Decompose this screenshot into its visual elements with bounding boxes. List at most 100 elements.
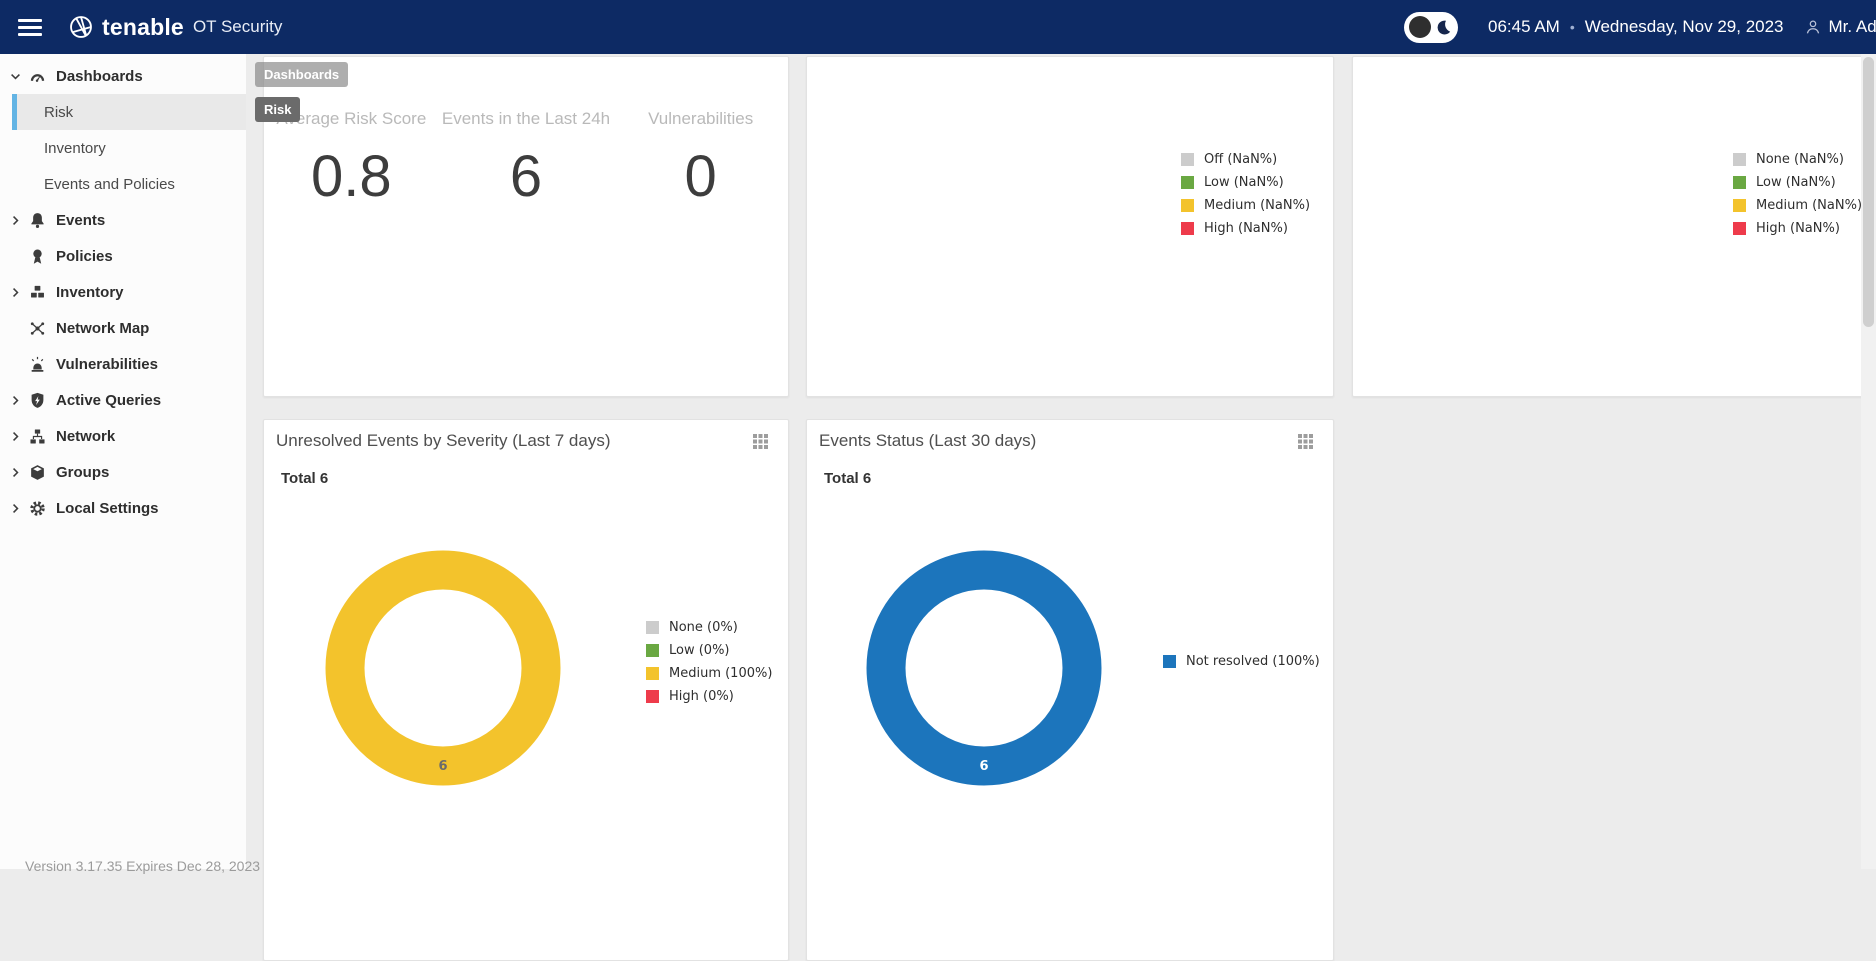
sidebar-item-label: Risk <box>44 104 73 121</box>
sidebar-item-label: Policies <box>56 248 113 265</box>
legend-label: Low (NaN%) <box>1756 175 1836 190</box>
legend-swatch <box>1181 199 1194 212</box>
sidebar-item-label: Groups <box>56 464 109 481</box>
vulnerabilities-icon <box>28 355 47 374</box>
sidebar-item-label: Inventory <box>56 284 124 301</box>
grid-menu-icon[interactable] <box>1298 434 1313 449</box>
toggle-knob-icon <box>1409 16 1431 38</box>
total-label: Total 6 <box>824 470 1333 487</box>
legend-item-off[interactable]: Off (NaN%) <box>1181 148 1310 171</box>
status-legend: Not resolved (100%) <box>1163 650 1320 673</box>
legend-label: Off (NaN%) <box>1204 152 1277 167</box>
donut-ring <box>345 570 541 766</box>
legend-swatch <box>1733 222 1746 235</box>
donut-chart-status[interactable]: 6 <box>866 550 1102 786</box>
dashboards-icon <box>28 67 47 86</box>
chevron-down-icon[interactable] <box>9 68 25 84</box>
sidebar-item-policies[interactable]: Policies <box>0 238 246 274</box>
chevron-right-icon[interactable] <box>9 500 25 516</box>
chevron-right-icon[interactable] <box>9 428 25 444</box>
sidebar-item-inventory[interactable]: Inventory <box>0 130 246 166</box>
scrollbar-thumb[interactable] <box>1863 57 1874 327</box>
navbar-right: 06:45 AM • Wednesday, Nov 29, 2023 Mr. A… <box>1404 0 1876 54</box>
sidebar-item-label: Vulnerabilities <box>56 356 158 373</box>
severity-nan-legend: None (NaN%) Low (NaN%) Medium (NaN%) High (… <box>1733 148 1862 240</box>
sidebar-item-network[interactable]: Network <box>0 418 246 454</box>
sidebar-item-label: Dashboards <box>56 68 143 85</box>
severity-nan-card: None (NaN%) Low (NaN%) Medium (NaN%) High (… <box>1352 56 1876 397</box>
legend-swatch <box>1181 176 1194 189</box>
legend-label: Low (0%) <box>669 643 730 658</box>
legend-item-medium[interactable]: Medium (100%) <box>646 662 772 685</box>
local-settings-icon <box>28 499 47 518</box>
chevron-right-icon[interactable] <box>9 392 25 408</box>
risk-nan-legend: Off (NaN%) Low (NaN%)Medium (NaN%)High (N… <box>1181 148 1310 240</box>
legend-item-high[interactable]: High (0%) <box>646 685 772 708</box>
sidebar-item-events[interactable]: Events <box>0 202 246 238</box>
stat-vulnerabilities: Vulnerabilities0 <box>613 109 788 210</box>
card-title: Events Status (Last 30 days) <box>819 431 1036 451</box>
sidebar-item-inventory[interactable]: Inventory <box>0 274 246 310</box>
date-text: Wednesday, Nov 29, 2023 <box>1585 17 1784 37</box>
risk-summary-card: Average Risk Score0.8Events in the Last … <box>263 56 789 397</box>
sidebar-item-dashboards[interactable]: Dashboards <box>0 58 246 94</box>
legend-label: High (NaN%) <box>1756 221 1840 236</box>
network-map-icon <box>28 319 47 338</box>
sidebar-item-label: Events <box>56 212 105 229</box>
sidebar-item-label: Local Settings <box>56 500 159 517</box>
legend-item-not[interactable]: Not resolved (100%) <box>1163 650 1320 673</box>
legend-item-medium[interactable]: Medium (NaN%) <box>1733 194 1862 217</box>
sidebar-item-active-queries[interactable]: Active Queries <box>0 382 246 418</box>
legend-item-high[interactable]: High (NaN%) <box>1181 217 1310 240</box>
unresolved-events-card: Unresolved Events by Severity (Last 7 da… <box>263 419 789 961</box>
chevron-right-icon[interactable] <box>9 212 25 228</box>
legend-item-none[interactable]: None (NaN%) <box>1733 148 1862 171</box>
stat-value: 0.8 <box>264 143 439 210</box>
user-name[interactable]: Mr. Admi <box>1829 17 1876 37</box>
legend-swatch <box>646 667 659 680</box>
brand-product: OT Security <box>193 17 282 37</box>
total-label: Total 6 <box>281 470 788 487</box>
legend-item-medium[interactable]: Medium (NaN%) <box>1181 194 1310 217</box>
legend-item-low[interactable]: Low (NaN%) <box>1733 171 1862 194</box>
time-date-separator: • <box>1570 19 1575 35</box>
chevron-placeholder <box>9 320 25 336</box>
sidebar-item-label: Inventory <box>44 140 106 157</box>
stat-value: 6 <box>439 143 614 210</box>
legend-item-none[interactable]: None (0%) <box>646 616 772 639</box>
grid-menu-icon[interactable] <box>753 434 768 449</box>
stat-average-risk-score: Average Risk Score0.8 <box>264 109 439 210</box>
chevron-right-icon[interactable] <box>9 464 25 480</box>
legend-label: None (0%) <box>669 620 738 635</box>
version-text: Version 3.17.35 Expires Dec 28, 2023 <box>25 858 260 874</box>
sidebar-nav: Dashboards Risk Inventory Events and Polici… <box>0 54 246 526</box>
sidebar-item-vulnerabilities[interactable]: Vulnerabilities <box>0 346 246 382</box>
sidebar-item-local-settings[interactable]: Local Settings <box>0 490 246 526</box>
legend-label: Not resolved (100%) <box>1186 654 1320 669</box>
inventory-icon <box>28 283 47 302</box>
vertical-scrollbar[interactable] <box>1861 54 1876 869</box>
tenable-logo-icon <box>68 14 94 40</box>
donut-ring <box>886 570 1082 766</box>
legend-item-high[interactable]: High (NaN%) <box>1733 217 1862 240</box>
legend-swatch <box>1733 153 1746 166</box>
network-icon <box>28 427 47 446</box>
hamburger-menu-icon[interactable] <box>18 19 42 36</box>
sidebar-item-label: Events and Policies <box>44 176 175 193</box>
chevron-placeholder <box>9 356 25 372</box>
theme-toggle[interactable] <box>1404 12 1458 43</box>
legend-item-low[interactable]: Low (NaN%) <box>1181 171 1310 194</box>
chevron-right-icon[interactable] <box>9 284 25 300</box>
sidebar-item-groups[interactable]: Groups <box>0 454 246 490</box>
legend-item-low[interactable]: Low (0%) <box>646 639 772 662</box>
legend-swatch <box>646 621 659 634</box>
sidebar-item-risk[interactable]: Risk <box>12 94 246 130</box>
clock-time: 06:45 AM <box>1488 17 1560 37</box>
events-icon <box>28 211 47 230</box>
sidebar-item-events-and-policies[interactable]: Events and Policies <box>0 166 246 202</box>
sidebar-item-network-map[interactable]: Network Map <box>0 310 246 346</box>
legend-swatch <box>646 644 659 657</box>
risk-nan-card: Off (NaN%) Low (NaN%)Medium (NaN%)High (N… <box>806 56 1334 397</box>
legend-swatch <box>1163 655 1176 668</box>
donut-chart-severity[interactable]: 6 <box>325 550 561 786</box>
